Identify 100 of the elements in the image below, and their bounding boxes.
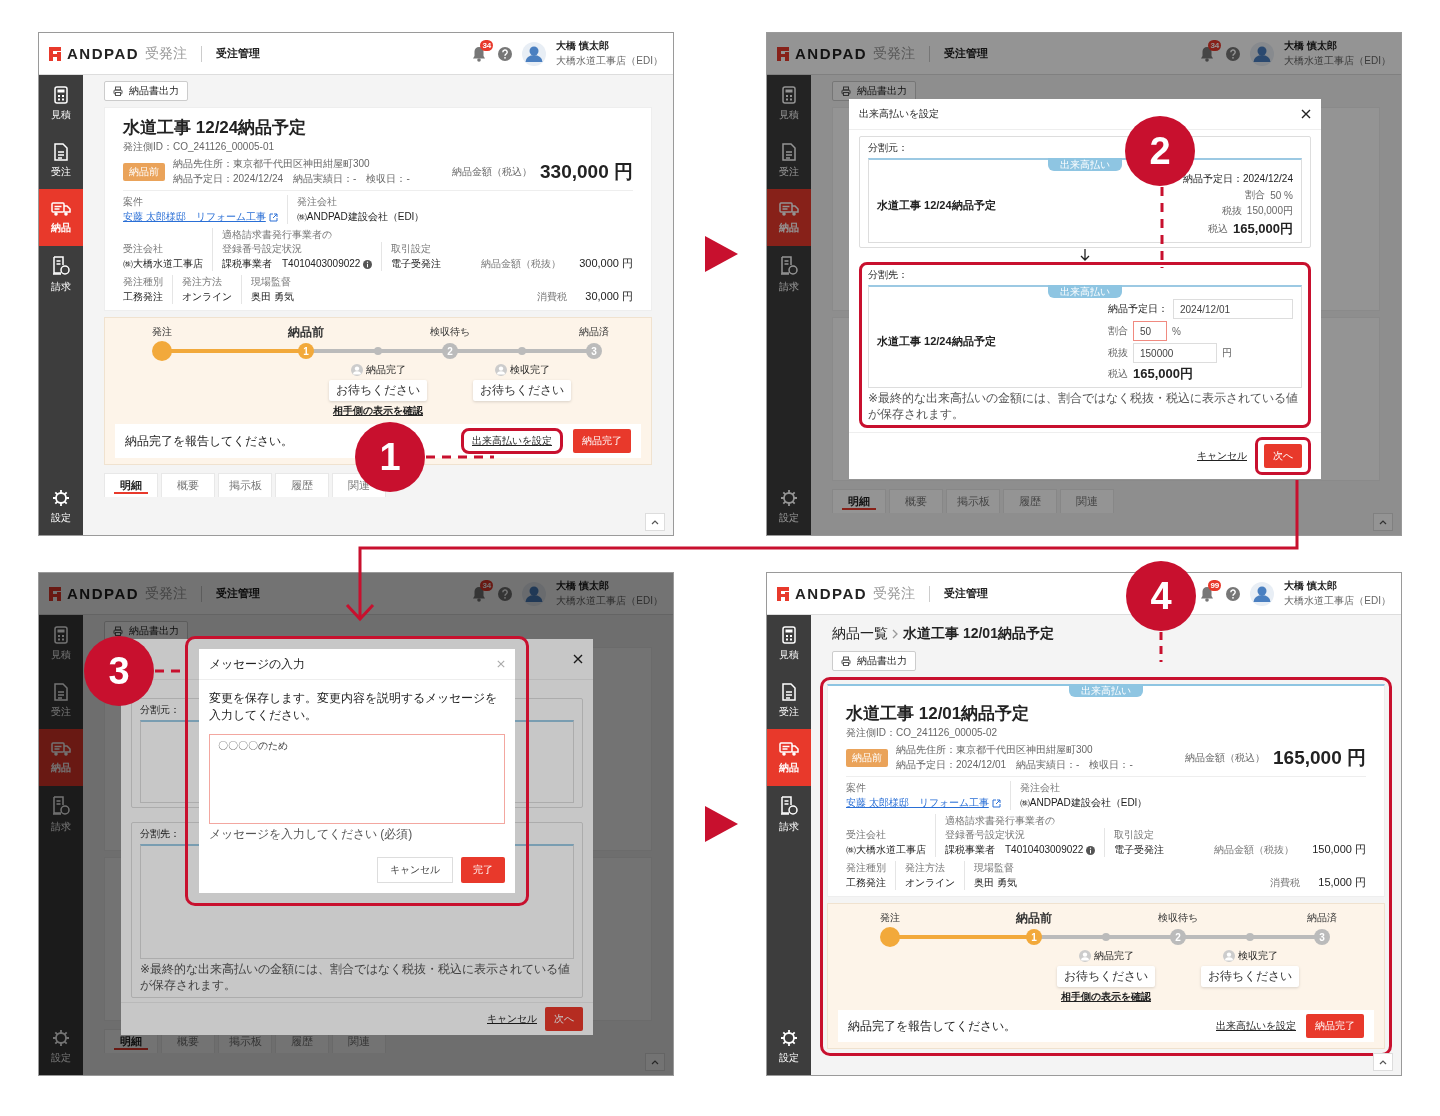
- next-button[interactable]: 次へ: [1264, 444, 1302, 469]
- chevron-up-icon: [651, 519, 659, 525]
- product-name: 受発注: [145, 44, 188, 63]
- leader-line: [426, 455, 494, 459]
- complete-button[interactable]: 納品完了: [573, 429, 631, 453]
- amount-label: 納品金額（税抜）: [481, 257, 562, 271]
- ratio-field[interactable]: 50: [1133, 321, 1167, 341]
- total-label: 納品金額（税込）: [452, 164, 533, 179]
- cancel-link[interactable]: キャンセル: [487, 1012, 537, 1027]
- calculator-icon: [54, 85, 68, 104]
- field-value: 奥田 勇気: [974, 876, 1017, 890]
- project-link[interactable]: 安藤 太郎様邸 リフォーム工事: [846, 796, 1001, 810]
- message-field[interactable]: 〇〇〇〇のため: [209, 733, 505, 824]
- help-icon[interactable]: [498, 586, 513, 601]
- tab[interactable]: 概要: [161, 473, 215, 497]
- tab[interactable]: 明細: [832, 489, 886, 513]
- amount-value: 300,000 円: [579, 256, 633, 271]
- avatar-icon[interactable]: [522, 581, 547, 606]
- help-icon[interactable]: [1226, 46, 1241, 61]
- delivery-title: 水道工事 12/01納品予定: [846, 703, 1031, 725]
- tab[interactable]: 明細: [104, 473, 158, 497]
- sidebar-item[interactable]: 設定: [767, 478, 811, 535]
- complete-button[interactable]: 納品完了: [1306, 1014, 1364, 1038]
- sidebar-item[interactable]: 見積: [767, 615, 811, 672]
- notification-badge: 99: [1208, 579, 1222, 591]
- info-icon[interactable]: [363, 259, 373, 269]
- sidebar-item[interactable]: 受注: [767, 672, 811, 729]
- order-id: 発注側ID：CO_241126_00005-02: [846, 726, 998, 740]
- sidebar-item[interactable]: 請求: [39, 786, 83, 843]
- payment-type-tag: 出来高払い: [1048, 158, 1122, 171]
- sidebar-item[interactable]: 受注: [39, 672, 83, 729]
- sidebar-item[interactable]: 請求: [767, 246, 811, 303]
- dialog-title: 出来高払いを設定: [859, 107, 939, 121]
- sidebar-item[interactable]: 納品: [39, 189, 83, 246]
- truck-icon: [51, 740, 71, 757]
- brand-logo[interactable]: ANDPAD: [67, 45, 140, 62]
- sidebar-item[interactable]: 設定: [767, 1018, 811, 1075]
- print-button[interactable]: 納品書出力: [832, 81, 916, 101]
- sidebar-item[interactable]: 納品: [767, 729, 811, 786]
- avatar-icon[interactable]: [522, 41, 547, 66]
- tab[interactable]: 掲示板: [218, 473, 272, 497]
- help-icon[interactable]: [498, 46, 513, 61]
- scroll-top-button[interactable]: [1373, 1053, 1393, 1071]
- notification-badge: 34: [480, 579, 494, 591]
- split-title: 水道工事 12/24納品予定: [877, 197, 997, 213]
- help-icon[interactable]: [1226, 586, 1241, 601]
- field-label: 現場監督: [974, 861, 1015, 875]
- avatar-icon[interactable]: [1250, 581, 1275, 606]
- scroll-top-button[interactable]: [645, 1053, 665, 1071]
- date-field[interactable]: 2024/12/01: [1173, 299, 1293, 319]
- unit-label: %: [1172, 325, 1181, 337]
- sidebar-item[interactable]: 設定: [39, 478, 83, 535]
- tab[interactable]: 掲示板: [946, 489, 1000, 513]
- tab[interactable]: 関連: [1060, 489, 1114, 513]
- down-arrow-icon: [1080, 249, 1090, 261]
- tab[interactable]: 履歴: [275, 473, 329, 497]
- cancel-link[interactable]: キャンセル: [1197, 449, 1247, 464]
- print-button[interactable]: 納品書出力: [104, 81, 188, 101]
- field-value: 電子受発注: [1114, 843, 1165, 857]
- print-button[interactable]: 納品書出力: [832, 651, 916, 671]
- person-icon: [1078, 950, 1091, 962]
- field-label: 案件: [123, 195, 144, 209]
- scroll-top-button[interactable]: [1373, 513, 1393, 531]
- tab[interactable]: 概要: [889, 489, 943, 513]
- document-icon: [782, 142, 796, 161]
- brand-logo[interactable]: ANDPAD: [795, 585, 868, 602]
- scroll-top-button[interactable]: [645, 513, 665, 531]
- sidebar-item[interactable]: 請求: [39, 246, 83, 303]
- step-label: 検収待ち: [1157, 911, 1199, 925]
- breadcrumb-item[interactable]: 納品一覧: [832, 625, 888, 643]
- step-label: 納品済: [578, 325, 610, 339]
- external-link-icon: [268, 212, 278, 222]
- sidebar-item[interactable]: 受注: [39, 132, 83, 189]
- excl-tax-field[interactable]: 150000: [1133, 343, 1217, 363]
- sidebar-item[interactable]: 見積: [39, 75, 83, 132]
- tab[interactable]: 履歴: [1003, 489, 1057, 513]
- close-icon[interactable]: [1301, 109, 1311, 119]
- sidebar-item[interactable]: 納品: [767, 189, 811, 246]
- avatar-icon[interactable]: [1250, 41, 1275, 66]
- close-icon[interactable]: [573, 654, 583, 664]
- payment-setting-link[interactable]: 出来高払いを設定: [1216, 1019, 1296, 1033]
- step-label: 納品前: [1015, 910, 1053, 926]
- sidebar-item[interactable]: 見積: [767, 75, 811, 132]
- view-other-side-link[interactable]: 相手側の表示を確認: [333, 404, 423, 418]
- info-icon[interactable]: [1086, 845, 1096, 855]
- payment-setting-link[interactable]: 出来高払いを設定: [472, 434, 552, 448]
- cancel-button[interactable]: キャンセル: [377, 857, 453, 883]
- sidebar-item[interactable]: 受注: [767, 132, 811, 189]
- view-other-side-link[interactable]: 相手側の表示を確認: [1061, 990, 1151, 1004]
- sidebar-item[interactable]: 設定: [39, 1018, 83, 1075]
- section-title: 受注管理: [216, 586, 261, 601]
- sidebar-item[interactable]: 請求: [767, 786, 811, 843]
- confirm-button[interactable]: 完了: [461, 857, 505, 883]
- brand-logo[interactable]: ANDPAD: [67, 585, 140, 602]
- project-link[interactable]: 安藤 太郎様邸 リフォーム工事: [123, 210, 278, 224]
- incl-tax-label: 税込: [1108, 367, 1128, 381]
- brand-logo[interactable]: ANDPAD: [795, 45, 868, 62]
- user-name: 大橋 慎太郎: [556, 39, 611, 53]
- sidebar-item[interactable]: 見積: [39, 615, 83, 672]
- next-button[interactable]: 次へ: [545, 1007, 583, 1032]
